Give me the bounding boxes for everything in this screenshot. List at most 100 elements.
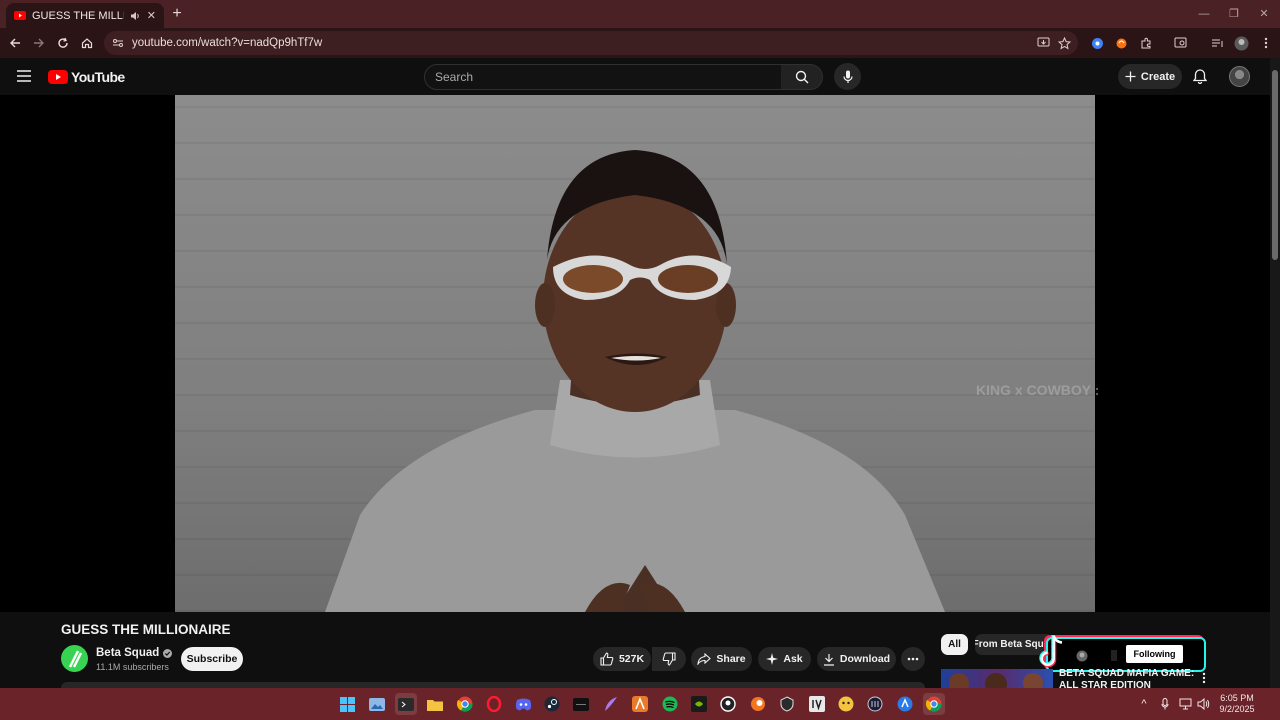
back-arrow-icon[interactable] <box>6 34 24 52</box>
profile-avatar-icon[interactable] <box>1233 35 1249 51</box>
opera-app-icon[interactable] <box>483 693 505 715</box>
vpn-app-icon[interactable] <box>776 693 798 715</box>
sparkle-icon <box>766 653 779 665</box>
youtube-logo[interactable]: YouTube <box>48 69 125 85</box>
minimize-button[interactable]: — <box>1196 6 1212 22</box>
plus-icon <box>1125 71 1136 82</box>
nvidia-app-icon[interactable] <box>688 693 710 715</box>
more-horizontal-icon <box>907 657 919 661</box>
search-input[interactable]: Search <box>424 64 782 90</box>
reload-icon[interactable] <box>54 34 72 52</box>
page-scrollbar[interactable] <box>1270 58 1280 688</box>
like-button[interactable]: 527K <box>593 647 651 671</box>
tab-close-icon[interactable]: ✕ <box>147 9 156 22</box>
site-info-icon[interactable] <box>112 38 124 48</box>
chrome-active-icon[interactable] <box>923 693 945 715</box>
microphone-icon <box>842 70 853 84</box>
create-label: Create <box>1140 70 1176 83</box>
install-app-icon[interactable] <box>1035 35 1051 51</box>
feather-app-icon[interactable] <box>600 693 622 715</box>
tab-audio-icon[interactable] <box>130 11 141 21</box>
chat-app-icon[interactable] <box>835 693 857 715</box>
create-button[interactable]: Create <box>1118 64 1182 89</box>
blue-app-icon[interactable] <box>894 693 916 715</box>
close-window-button[interactable]: ✕ <box>1256 6 1272 22</box>
home-icon[interactable] <box>78 34 96 52</box>
browser-menu-icon[interactable] <box>1258 35 1274 51</box>
chrome-app-icon[interactable] <box>454 693 476 715</box>
youtube-logo-icon <box>48 70 68 84</box>
affinity-app-icon[interactable] <box>629 693 651 715</box>
tiktok-avatar-icon <box>1076 650 1088 662</box>
clock-time: 6:05 PM <box>1220 693 1254 703</box>
channel-name-text: Beta Squad <box>96 647 160 659</box>
spotify-app-icon[interactable] <box>659 693 681 715</box>
file-explorer-icon[interactable] <box>424 693 446 715</box>
video-scene-image <box>325 150 945 612</box>
hamburger-menu-icon[interactable] <box>17 70 31 82</box>
tiktok-logo-icon <box>1039 633 1065 669</box>
crunchyroll-app-icon[interactable] <box>747 693 769 715</box>
browser-tab-bar: GUESS THE MILLIONAIRE - ✕ + — ❐ ✕ <box>0 0 1280 28</box>
following-button[interactable]: Following <box>1126 645 1183 663</box>
recommended-thumbnail[interactable] <box>941 669 1053 688</box>
tab-title: GUESS THE MILLIONAIRE - <box>32 9 124 22</box>
share-button[interactable]: Share <box>691 647 752 671</box>
search-icon <box>795 70 809 84</box>
thumbs-up-icon <box>600 652 614 666</box>
youtube-logo-text: YouTube <box>71 69 125 85</box>
verified-badge-icon <box>163 648 173 658</box>
new-tab-button[interactable]: + <box>168 5 186 23</box>
youtube-masthead: YouTube Search Create <box>0 58 1270 95</box>
media-controls-icon[interactable] <box>1209 35 1225 51</box>
bookmark-star-icon[interactable] <box>1056 35 1072 51</box>
channel-avatar[interactable] <box>61 645 88 672</box>
video-frame[interactable] <box>175 95 1095 612</box>
extensions-puzzle-icon[interactable] <box>1138 35 1154 51</box>
download-label: Download <box>839 653 891 665</box>
system-clock[interactable]: 6:05 PM 9/2/2025 <box>1212 693 1262 715</box>
media-app-icon[interactable] <box>864 693 886 715</box>
browser-toolbar: youtube.com/watch?v=nadQp9hTf7w <box>0 28 1280 58</box>
chip-all[interactable]: All <box>941 634 968 655</box>
thumbnail-image <box>949 673 1043 688</box>
photos-app-icon[interactable] <box>366 693 388 715</box>
video-player[interactable]: KING x COWBOY : <box>0 95 1270 612</box>
github-app-icon[interactable] <box>717 693 739 715</box>
voice-search-button[interactable] <box>834 63 861 90</box>
subscribe-button[interactable]: Subscribe <box>181 647 243 671</box>
address-bar[interactable]: youtube.com/watch?v=nadQp9hTf7w <box>104 31 1078 55</box>
more-actions-button[interactable] <box>901 647 925 671</box>
terminal-app-icon[interactable] <box>395 693 417 715</box>
channel-name[interactable]: Beta Squad <box>96 647 173 659</box>
download-button[interactable]: Download <box>817 647 896 671</box>
reading-mode-icon[interactable] <box>1172 35 1188 51</box>
scrollbar-thumb[interactable] <box>1272 70 1278 260</box>
extension-orange-icon[interactable] <box>1113 35 1129 51</box>
tray-volume-icon[interactable] <box>1192 693 1214 715</box>
beta-squad-logo-icon <box>68 649 82 668</box>
windows-start-icon[interactable] <box>336 693 358 715</box>
share-arrow-icon <box>697 653 712 665</box>
tray-mic-icon[interactable] <box>1154 693 1176 715</box>
bell-icon[interactable] <box>1193 69 1207 84</box>
dislike-button[interactable] <box>652 647 686 671</box>
discord-app-icon[interactable] <box>512 693 534 715</box>
forward-arrow-icon[interactable] <box>30 34 48 52</box>
iv-app-icon[interactable] <box>806 693 828 715</box>
maximize-button[interactable]: ❐ <box>1226 6 1242 22</box>
extension-blue-icon[interactable] <box>1089 35 1105 51</box>
recommended-more-icon[interactable] <box>1202 672 1206 684</box>
clock-date: 9/2/2025 <box>1219 704 1255 714</box>
like-count: 527K <box>618 653 645 665</box>
browser-tab-active[interactable]: GUESS THE MILLIONAIRE - ✕ <box>6 3 164 28</box>
subscriber-count: 11.1M subscribers <box>96 662 169 672</box>
tray-chevron-icon[interactable]: ^ <box>1133 693 1155 715</box>
download-icon <box>823 653 835 666</box>
epic-games-icon[interactable] <box>570 693 592 715</box>
account-avatar[interactable] <box>1229 66 1250 87</box>
ask-button[interactable]: Ask <box>758 647 811 671</box>
steam-app-icon[interactable] <box>541 693 563 715</box>
tiktok-divider <box>1111 650 1117 661</box>
search-button[interactable] <box>781 64 823 90</box>
